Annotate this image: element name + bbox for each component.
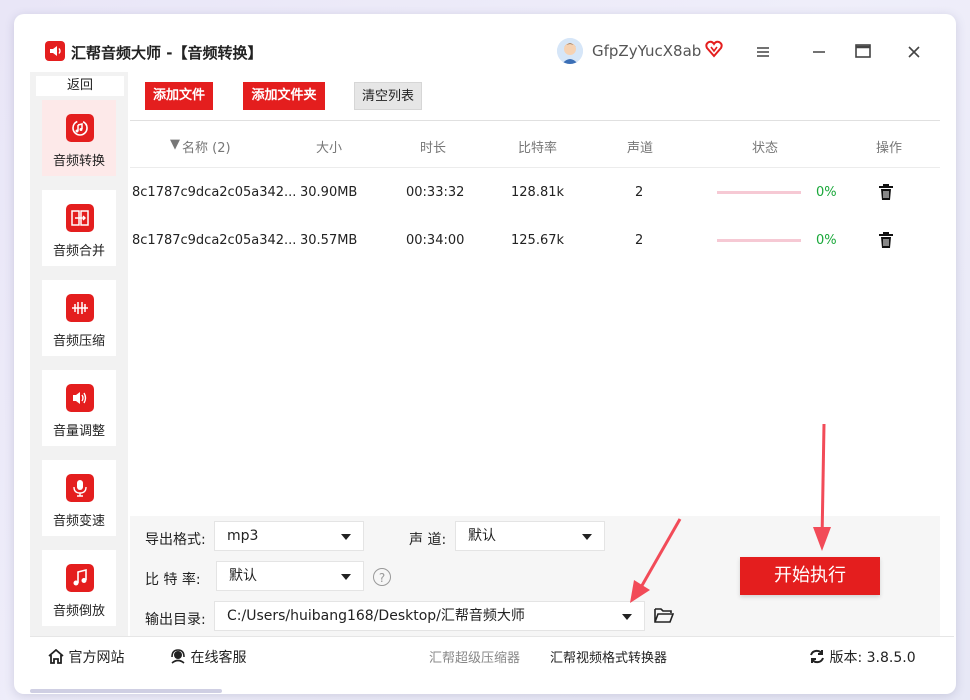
table-header: ▼ 名称 (2) 大小 时长 比特率 声道 状态 操作 xyxy=(130,121,940,168)
file-table: ▼ 名称 (2) 大小 时长 比特率 声道 状态 操作 8c1787c9dca2… xyxy=(130,120,940,517)
vip-heart-icon[interactable] xyxy=(705,40,723,62)
bitrate-value: 默认 xyxy=(229,568,257,584)
folder-open-icon[interactable] xyxy=(654,606,675,628)
sidebar-item-audio-merge[interactable]: 音频合并 xyxy=(42,190,116,266)
trash-icon[interactable] xyxy=(878,183,894,205)
add-folder-button[interactable]: 添加文件夹 xyxy=(243,82,325,110)
file-duration: 00:34:00 xyxy=(406,233,465,248)
sort-down-icon[interactable]: ▼ xyxy=(170,137,180,152)
app-logo-icon xyxy=(45,41,65,61)
sidebar-item-audio-reverse[interactable]: 音频倒放 xyxy=(42,550,116,626)
progress-percent: 0% xyxy=(816,185,837,200)
col-status: 状态 xyxy=(752,141,779,156)
home-icon xyxy=(48,648,64,664)
file-bitrate: 125.67k xyxy=(511,233,565,248)
file-size: 30.57MB xyxy=(300,233,358,248)
user-name[interactable]: GfpZyYucX8ab xyxy=(592,42,701,60)
progress-bar xyxy=(717,239,801,242)
footer: 官方网站 在线客服 汇帮超级压缩器 汇帮视频格式转换器 版本: 3.8.5.0 xyxy=(30,636,954,675)
start-button[interactable]: 开始执行 xyxy=(740,557,880,595)
support-label: 在线客服 xyxy=(190,650,247,666)
video-converter-link[interactable]: 汇帮视频格式转换器 xyxy=(550,647,667,666)
menu-icon[interactable] xyxy=(751,41,775,63)
format-value: mp3 xyxy=(227,528,259,544)
col-size[interactable]: 大小 xyxy=(316,137,342,156)
help-icon[interactable]: ? xyxy=(373,568,391,586)
version-info[interactable]: 版本: 3.8.5.0 xyxy=(809,647,916,667)
file-name: 8c1787c9dca2c05a342... xyxy=(132,233,297,248)
minimize-icon[interactable] xyxy=(807,41,831,63)
user-avatar[interactable] xyxy=(557,38,583,64)
file-bitrate: 128.81k xyxy=(511,185,565,200)
microphone-icon xyxy=(66,474,94,502)
audio-convert-icon xyxy=(66,114,94,142)
bitrate-select[interactable]: 默认 xyxy=(216,561,364,591)
volume-icon xyxy=(66,384,94,412)
col-bitrate[interactable]: 比特率 xyxy=(518,137,557,156)
channel-select[interactable]: 默认 xyxy=(455,521,605,551)
chevron-down-icon xyxy=(341,574,351,580)
sidebar-item-audio-speed[interactable]: 音频变速 xyxy=(42,460,116,536)
clear-list-button[interactable]: 清空列表 xyxy=(354,82,422,110)
col-duration[interactable]: 时长 xyxy=(420,137,446,156)
col-action: 操作 xyxy=(876,141,903,156)
trash-icon[interactable] xyxy=(878,231,894,253)
chevron-down-icon xyxy=(341,534,351,540)
output-value: C:/Users/huibang168/Desktop/汇帮音频大师 xyxy=(227,608,525,624)
maximize-icon[interactable] xyxy=(851,41,875,63)
app-window: 汇帮音频大师 -【音频转换】 GfpZyYucX8ab 返回 音频转换 音频合并… xyxy=(14,14,956,694)
table-row[interactable]: 8c1787c9dca2c05a342... 30.57MB 00:34:00 … xyxy=(130,217,940,265)
progress-bar xyxy=(717,191,801,194)
title-bar: 汇帮音频大师 -【音频转换】 GfpZyYucX8ab xyxy=(14,14,956,72)
sidebar-item-label: 音频转换 xyxy=(52,154,105,169)
refresh-icon xyxy=(810,649,824,664)
sidebar-item-volume[interactable]: 音量调整 xyxy=(42,370,116,446)
progress-percent: 0% xyxy=(816,233,837,248)
website-label: 官方网站 xyxy=(68,650,125,666)
sidebar-item-label: 音频合并 xyxy=(52,244,105,259)
sidebar-item-audio-compress[interactable]: 音频压缩 xyxy=(42,280,116,356)
back-button[interactable]: 返回 xyxy=(36,76,124,96)
channel-label: 声 道: xyxy=(409,532,447,548)
col-channels[interactable]: 声道 xyxy=(627,137,653,156)
col-name[interactable]: 名称 (2) xyxy=(182,137,231,156)
chevron-down-icon xyxy=(622,614,632,620)
website-link[interactable]: 官方网站 xyxy=(48,647,124,667)
format-select[interactable]: mp3 xyxy=(214,521,364,551)
music-note-icon xyxy=(66,564,94,592)
close-icon[interactable] xyxy=(902,41,926,63)
table-row[interactable]: 8c1787c9dca2c05a342... 30.90MB 00:33:32 … xyxy=(130,169,940,217)
output-dir-select[interactable]: C:/Users/huibang168/Desktop/汇帮音频大师 xyxy=(214,601,645,631)
file-size: 30.90MB xyxy=(300,185,358,200)
file-name: 8c1787c9dca2c05a342... xyxy=(132,185,297,200)
file-duration: 00:33:32 xyxy=(406,185,465,200)
output-label: 输出目录: xyxy=(145,612,206,628)
chevron-down-icon xyxy=(582,534,592,540)
add-file-button[interactable]: 添加文件 xyxy=(145,82,213,110)
compressor-link[interactable]: 汇帮超级压缩器 xyxy=(429,647,520,666)
format-label: 导出格式: xyxy=(145,532,206,548)
app-title: 汇帮音频大师 -【音频转换】 xyxy=(71,44,263,62)
sidebar: 返回 音频转换 音频合并 音频压缩 音量调整 音频变速 音频倒放 xyxy=(30,72,128,654)
audio-compress-icon xyxy=(66,294,94,322)
headset-icon xyxy=(171,649,185,664)
horizontal-scrollbar[interactable] xyxy=(30,689,222,693)
support-link[interactable]: 在线客服 xyxy=(170,647,246,667)
audio-merge-icon xyxy=(66,204,94,232)
sidebar-item-label: 音量调整 xyxy=(52,424,105,439)
file-channels: 2 xyxy=(635,185,644,200)
file-channels: 2 xyxy=(635,233,644,248)
sidebar-item-label: 音频倒放 xyxy=(52,604,105,619)
sidebar-item-audio-convert[interactable]: 音频转换 xyxy=(42,100,116,176)
sidebar-item-label: 音频压缩 xyxy=(52,334,105,349)
sidebar-item-label: 音频变速 xyxy=(52,514,105,529)
version-label: 版本: 3.8.5.0 xyxy=(829,650,916,666)
bitrate-label: 比 特 率: xyxy=(145,572,201,588)
channel-value: 默认 xyxy=(468,528,496,544)
